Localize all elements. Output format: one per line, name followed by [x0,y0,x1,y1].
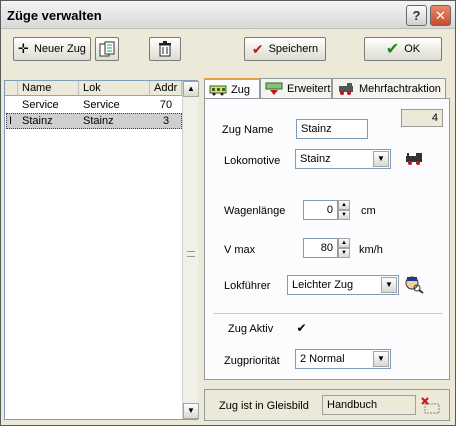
vmax-label: V max [224,244,256,256]
check-icon: ✔ [251,40,264,57]
tab-zug-label: Zug [231,84,250,96]
spin-down-icon[interactable]: ▼ [338,210,350,220]
gleisbild-label: Zug ist in Gleisbild [219,400,309,412]
column-header-name[interactable]: Name [18,81,79,96]
dropdown-arrow-icon[interactable]: ▼ [381,277,397,293]
wagenlaenge-spinner[interactable]: ▲ ▼ [338,200,350,220]
spin-up-icon[interactable]: ▲ [338,238,350,248]
trash-icon [158,41,172,57]
new-train-button[interactable]: ✛ Neuer Zug [13,37,91,61]
copy-button[interactable] [95,37,119,61]
wagenlaenge-input[interactable]: 0 [303,200,338,220]
zug-name-label: Zug Name [222,124,274,136]
zugprioritaet-select[interactable]: 2 Normal ▼ [295,349,391,369]
wagenlaenge-label: Wagenlänge [224,205,286,217]
delete-button[interactable] [149,37,181,61]
window: Züge verwalten ? ✕ ✛ Neuer Zug ✔ Speiche… [0,0,456,426]
dropdown-arrow-icon[interactable]: ▼ [373,351,389,367]
tab-zug[interactable]: Zug [204,78,260,100]
ok-button[interactable]: ✔ OK [364,37,442,61]
new-train-label: Neuer Zug [33,43,86,55]
locomotive-icon[interactable] [404,151,426,167]
spin-down-icon[interactable]: ▼ [338,248,350,258]
remove-from-layout-icon[interactable] [421,397,441,415]
list-scrollbar[interactable]: ▲ ▼ [182,81,199,419]
gleisbild-field: Handbuch [322,395,416,415]
scroll-up-arrow[interactable]: ▲ [183,81,199,97]
lokfuehrer-value: Leichter Zug [292,279,354,291]
help-button[interactable]: ? [406,5,427,26]
row-addr: 3 [162,115,170,127]
driver-search-icon[interactable] [404,276,424,294]
lokfuehrer-select[interactable]: Leichter Zug ▼ [287,275,399,295]
copy-icon [99,41,115,57]
zug-aktiv-checkbox[interactable]: ✔ [295,322,308,335]
column-header-addr[interactable]: Addr [150,81,182,96]
lokomotive-value: Stainz [300,153,331,165]
lokfuehrer-label: Lokführer [224,280,271,292]
close-button[interactable]: ✕ [430,5,451,26]
divider [214,313,442,314]
tab-erweitert[interactable]: Erweitert [260,78,332,98]
check-icon: ✔ [385,41,400,58]
vmax-input[interactable]: 80 [303,238,338,258]
zugprioritaet-value: 2 Normal [300,353,345,365]
vmax-spinner[interactable]: ▲ ▼ [338,238,350,258]
column-header-lok[interactable]: Lok [79,81,150,96]
row-lok: Service [83,99,120,111]
train-id-field: 4 [401,109,443,127]
plus-icon: ✛ [18,41,29,56]
ok-label: OK [404,43,421,55]
row-lok: Stainz [83,115,114,127]
locomotive-icon [337,82,355,96]
tab-mehrfachtraktion-label: Mehrfachtraktion [359,82,441,95]
zug-aktiv-label: Zug Aktiv [228,323,274,335]
window-title: Züge verwalten [7,8,102,23]
row-name: Service [22,99,59,111]
train-list[interactable]: Name Lok Addr Service Service 70 I Stain… [4,80,199,420]
row-name: Stainz [22,115,53,127]
lokomotive-select[interactable]: Stainz ▼ [295,149,391,169]
tab-erweitert-label: Erweitert [287,82,331,95]
row-marker [5,97,18,113]
row-marker: I [9,115,13,127]
tab-mehrfachtraktion[interactable]: Mehrfachtraktion [332,78,446,98]
title-bar: Züge verwalten ? ✕ [1,1,455,29]
train-extended-icon [265,82,283,96]
scroll-thumb-grip[interactable] [187,251,195,257]
zug-name-input[interactable]: Stainz [296,119,368,139]
row-addr: 70 [159,99,173,111]
vmax-unit: km/h [359,244,383,256]
train-car-icon [209,84,227,96]
wagenlaenge-unit: cm [361,205,376,217]
save-button[interactable]: ✔ Speichern [244,37,326,61]
scroll-down-arrow[interactable]: ▼ [183,403,199,419]
lokomotive-label: Lokomotive [224,155,281,167]
zugprioritaet-label: Zugpriorität [224,355,280,367]
dropdown-arrow-icon[interactable]: ▼ [373,151,389,167]
save-label: Speichern [268,43,319,55]
marker-column-header [5,81,18,96]
spin-up-icon[interactable]: ▲ [338,200,350,210]
